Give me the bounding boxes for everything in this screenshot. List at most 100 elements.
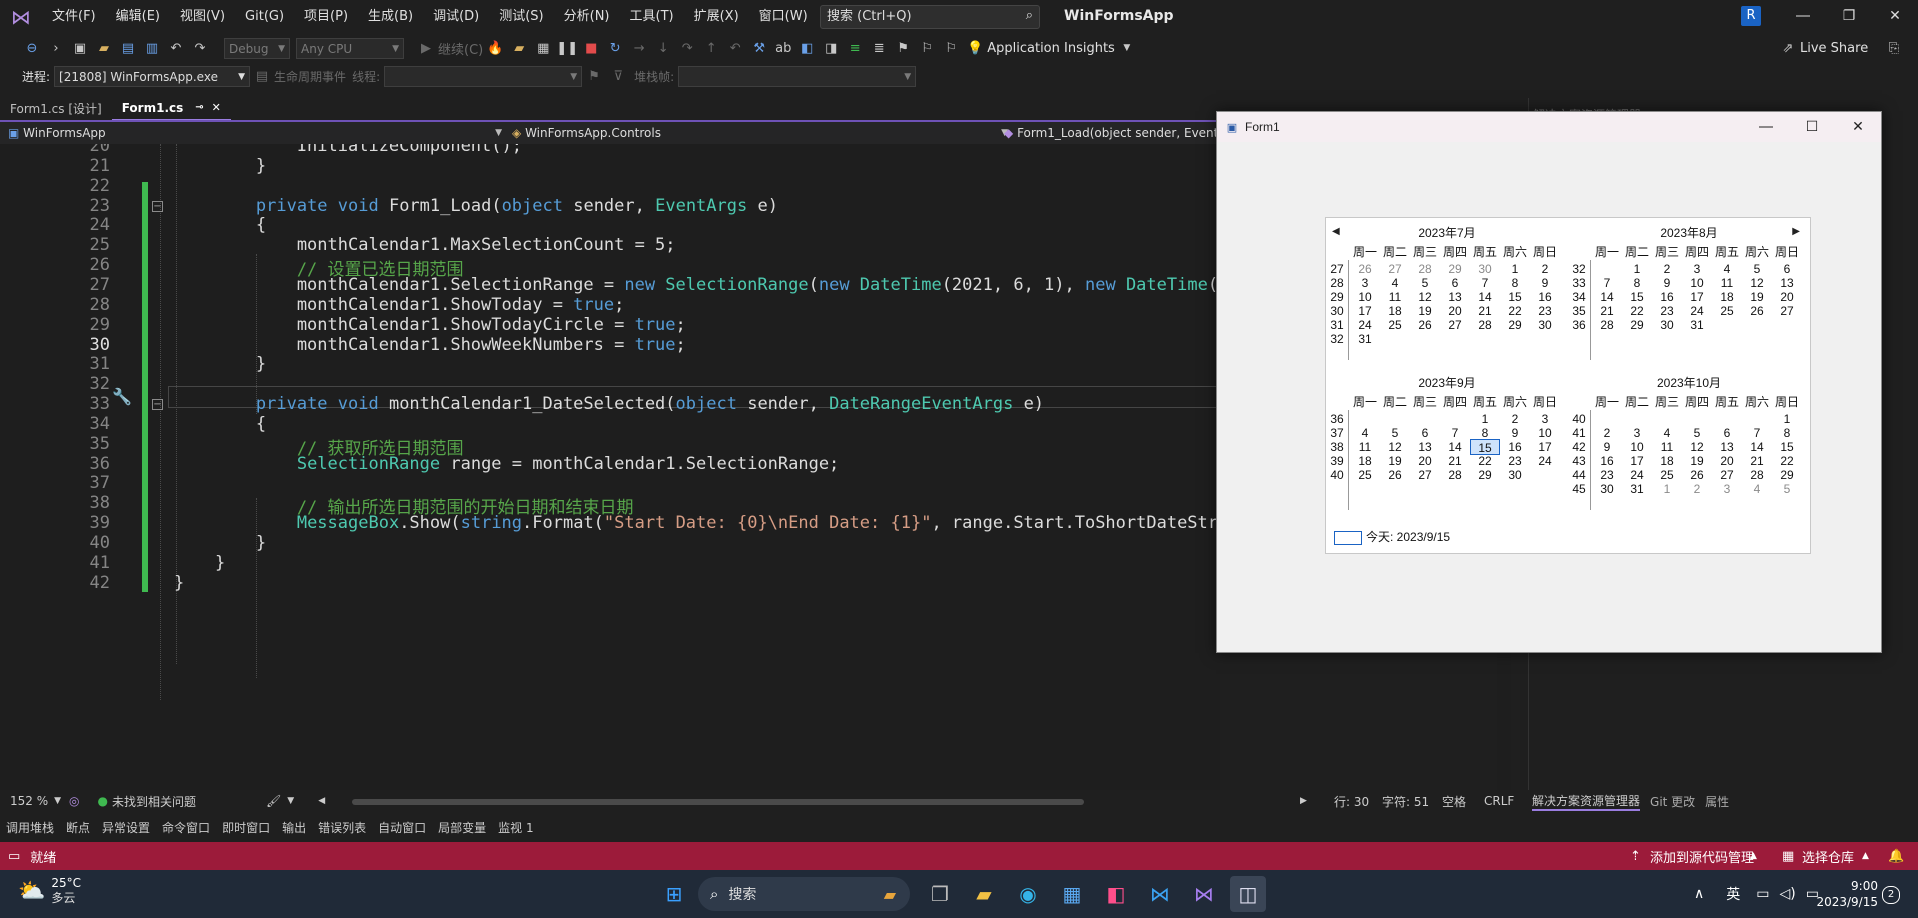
- tool-window-tab[interactable]: 输出: [276, 819, 312, 836]
- menu-item[interactable]: 分析(N): [554, 0, 620, 33]
- tab-solution-explorer[interactable]: 解决方案资源管理器: [1532, 792, 1641, 811]
- taskbar-date[interactable]: 2023/9/15: [1816, 894, 1878, 910]
- search-input[interactable]: 搜索 (Ctrl+Q) ⌕: [820, 5, 1040, 29]
- stack-frame-select[interactable]: ▼: [678, 65, 917, 87]
- menu-item[interactable]: 工具(T): [620, 0, 684, 33]
- step-out-icon[interactable]: ↑: [700, 37, 722, 59]
- calendar-day[interactable]: 24: [1530, 453, 1560, 469]
- tool-window-tab[interactable]: 调用堆栈: [0, 819, 60, 836]
- code-line[interactable]: monthCalendar1.ShowToday = true;: [174, 295, 625, 315]
- scroll-left-icon[interactable]: ◀: [318, 796, 325, 806]
- zoom-level[interactable]: 152 %: [10, 794, 48, 808]
- calendar-day[interactable]: 28: [1440, 467, 1470, 483]
- issues-status[interactable]: 未找到相关问题: [112, 793, 196, 810]
- tool-window-tab[interactable]: 错误列表: [312, 819, 372, 836]
- calendar-day[interactable]: 30: [1592, 481, 1622, 497]
- code-line[interactable]: InitializeComponent();: [174, 144, 522, 156]
- month-calendar[interactable]: ◀ ▶ 2023年7月 周一 周二 周三 周四 周五 周六 周日 27 28 29 30 31 32 26 2…: [1325, 217, 1811, 554]
- save-all-icon[interactable]: ▥: [141, 37, 163, 59]
- start-button-icon[interactable]: ⊞: [656, 876, 692, 912]
- calendar-day[interactable]: 25: [1712, 303, 1742, 319]
- show-next-statement-icon[interactable]: →: [628, 37, 650, 59]
- open-file-icon[interactable]: ▰: [93, 37, 115, 59]
- restore-button[interactable]: ❐: [1826, 0, 1872, 33]
- calendar-day[interactable]: 27: [1440, 317, 1470, 333]
- ime-indicator[interactable]: 英: [1726, 884, 1740, 904]
- menu-item[interactable]: 测试(S): [489, 0, 553, 33]
- continue-icon[interactable]: ▶: [415, 37, 437, 59]
- calendar-day[interactable]: 26: [1742, 303, 1772, 319]
- step-into-icon[interactable]: ↓: [652, 37, 674, 59]
- tool-window-tab[interactable]: 命令窗口: [156, 819, 216, 836]
- calendar-day[interactable]: 30: [1530, 317, 1560, 333]
- calendar-day[interactable]: 31: [1622, 481, 1652, 497]
- weather-widget[interactable]: ⛅ 25°C 多云: [18, 876, 81, 906]
- thread-select[interactable]: ▼: [384, 65, 583, 87]
- project-dropdown[interactable]: ▣ WinFormsApp ▼: [8, 122, 506, 144]
- calendar-day[interactable]: 3: [1712, 481, 1742, 497]
- close-button[interactable]: ✕: [1872, 0, 1918, 33]
- code-line[interactable]: }: [174, 553, 225, 573]
- calendar-day[interactable]: 29: [1622, 317, 1652, 333]
- tab-properties[interactable]: 属性: [1705, 793, 1729, 810]
- minimize-button[interactable]: ―: [1780, 0, 1826, 33]
- code-line[interactable]: }: [174, 533, 266, 553]
- folder-icon[interactable]: ▰: [508, 37, 530, 59]
- quick-actions-screwdriver-icon[interactable]: 🔧: [112, 387, 132, 406]
- code-line[interactable]: {: [174, 414, 266, 434]
- application-insights-icon[interactable]: 💡: [964, 37, 986, 59]
- code-line[interactable]: monthCalendar1.MaxSelectionCount = 5;: [174, 235, 676, 255]
- tool-window-tab[interactable]: 异常设置: [96, 819, 156, 836]
- chevron-down-icon[interactable]: ▼: [287, 796, 294, 806]
- microsoft-store-icon[interactable]: ▦: [1054, 876, 1090, 912]
- code-line[interactable]: }: [174, 573, 184, 593]
- calendar-day[interactable]: 5: [1772, 481, 1802, 497]
- new-project-icon[interactable]: ▣: [69, 37, 91, 59]
- calendar-month-title[interactable]: 2023年10月: [1568, 374, 1810, 391]
- tab-git-changes[interactable]: Git 更改: [1650, 793, 1695, 810]
- notifications-icon[interactable]: 🔔: [1888, 849, 1904, 864]
- solution-platform-select[interactable]: Any CPU ▼: [296, 37, 404, 59]
- pin-icon[interactable]: ⊸: [195, 97, 203, 119]
- code-line[interactable]: {: [174, 215, 266, 235]
- taskbar-search[interactable]: ⌕ 搜索 ▰: [698, 877, 910, 911]
- line-ending-status[interactable]: CRLF: [1484, 794, 1514, 808]
- live-share-icon[interactable]: ⇗: [1777, 37, 1799, 59]
- calendar-day[interactable]: 4: [1742, 481, 1772, 497]
- close-tab-icon[interactable]: ✕: [212, 97, 221, 119]
- code-line[interactable]: monthCalendar1.SelectionRange = new Sele…: [174, 275, 1220, 295]
- hot-reload-icon[interactable]: 🔥: [484, 37, 506, 59]
- editor-horizontal-scroll-thumb[interactable]: [352, 799, 1084, 805]
- form-maximize-button[interactable]: ☐: [1789, 112, 1835, 142]
- calendar-day[interactable]: 29: [1500, 317, 1530, 333]
- calendar-day[interactable]: 30: [1652, 317, 1682, 333]
- chevron-down-icon[interactable]: ▼: [1116, 37, 1138, 59]
- code-line[interactable]: MessageBox.Show(string.Format("Start Dat…: [174, 513, 1220, 533]
- comment-icon[interactable]: ≡: [844, 37, 866, 59]
- chevron-down-icon[interactable]: ▼: [54, 796, 61, 806]
- menu-item[interactable]: 扩展(X): [684, 0, 749, 33]
- spell-check-icon[interactable]: ab: [772, 37, 794, 59]
- diagnostics-icon[interactable]: ⚒: [748, 37, 770, 59]
- menu-item[interactable]: Git(G): [235, 0, 294, 33]
- avatar[interactable]: R: [1741, 6, 1761, 26]
- task-view-icon[interactable]: ❐: [922, 876, 958, 912]
- code-line[interactable]: SelectionRange range = monthCalendar1.Se…: [174, 454, 839, 474]
- visual-studio-icon[interactable]: ⋈: [1186, 876, 1222, 912]
- calendar-day[interactable]: 31: [1350, 331, 1380, 347]
- lifecycle-events-label[interactable]: 生命周期事件: [274, 68, 346, 85]
- menu-item[interactable]: 调试(D): [423, 0, 489, 33]
- form-minimize-button[interactable]: ―: [1743, 112, 1789, 142]
- step-over-icon[interactable]: ↷: [676, 37, 698, 59]
- back-icon[interactable]: ⊖: [21, 37, 43, 59]
- process-select[interactable]: [21808] WinFormsApp.exe ▼: [54, 65, 251, 87]
- select-repository-button[interactable]: 选择仓库: [1802, 847, 1854, 866]
- calendar-day[interactable]: 29: [1470, 467, 1500, 483]
- add-to-source-control-button[interactable]: 添加到源代码管理: [1650, 847, 1754, 866]
- ui-tools-icon[interactable]: ◧: [796, 37, 818, 59]
- save-icon[interactable]: ▤: [117, 37, 139, 59]
- bookmark-icon[interactable]: ⚑: [892, 37, 914, 59]
- calendar-day[interactable]: 27: [1772, 303, 1802, 319]
- application-insights-button[interactable]: Application Insights: [987, 41, 1115, 56]
- thread-flag-icon[interactable]: ⚑: [583, 65, 605, 87]
